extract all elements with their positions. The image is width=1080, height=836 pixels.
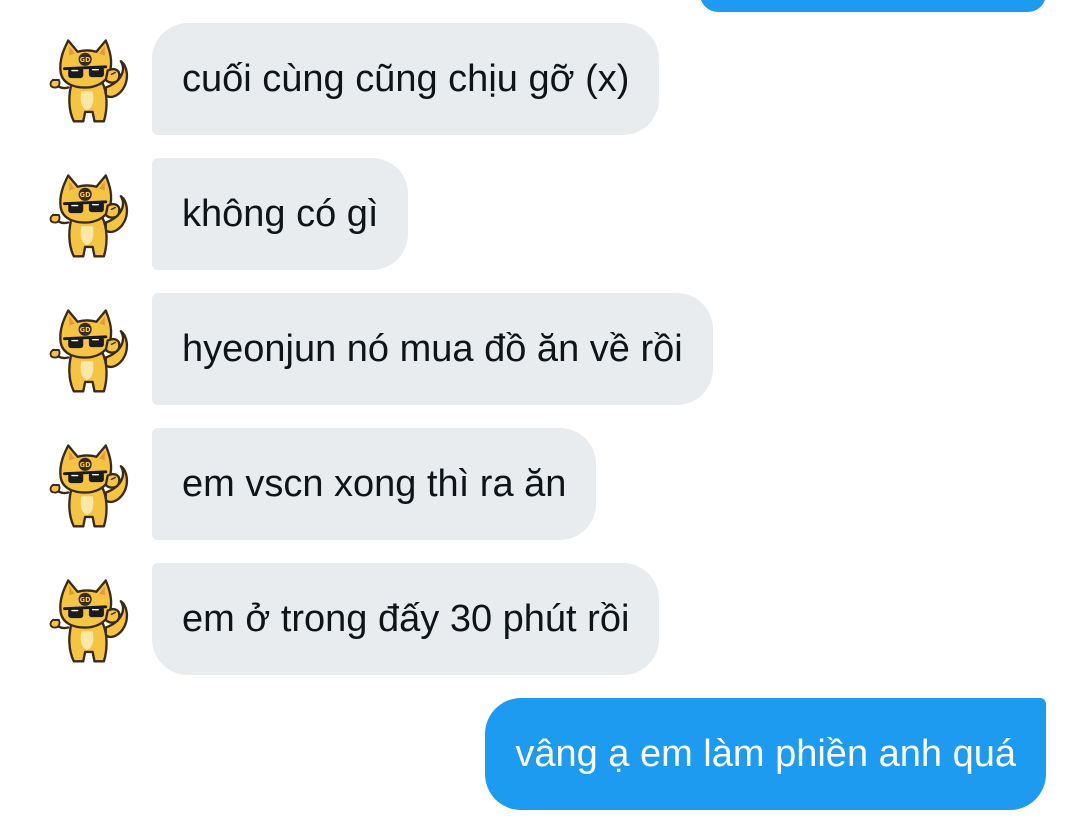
message-text: vâng ạ em làm phiền anh quá xyxy=(515,732,1016,775)
avatar[interactable] xyxy=(40,33,134,127)
received-message-bubble[interactable]: hyeonjun nó mua đồ ăn về rồi xyxy=(152,293,713,405)
message-text: em ở trong đấy 30 phút rồi xyxy=(182,598,630,640)
received-message-bubble[interactable]: cuối cùng cũng chịu gỡ (x) xyxy=(152,23,660,135)
message-text: cuối cùng cũng chịu gỡ (x) xyxy=(182,58,630,100)
received-message-row: em ở trong đấy 30 phút rồi xyxy=(0,563,1080,675)
received-message-row: em vscn xong thì ra ăn xyxy=(0,428,1080,540)
message-text: không có gì xyxy=(182,193,379,235)
chat-thread: cuối cùng cũng chịu gỡ (x) không có gì h… xyxy=(0,0,1080,836)
received-message-bubble[interactable]: em vscn xong thì ra ăn xyxy=(152,428,597,540)
avatar[interactable] xyxy=(40,303,134,397)
sent-message-bubble[interactable]: vâng ạ em làm phiền anh quá xyxy=(485,698,1046,810)
avatar[interactable] xyxy=(40,573,134,667)
previous-sent-message-bubble[interactable] xyxy=(700,0,1046,12)
received-message-row: hyeonjun nó mua đồ ăn về rồi xyxy=(0,293,1080,405)
received-message-row: cuối cùng cũng chịu gỡ (x) xyxy=(0,23,1080,135)
received-message-bubble[interactable]: em ở trong đấy 30 phút rồi xyxy=(152,563,660,675)
avatar[interactable] xyxy=(40,438,134,532)
received-message-bubble[interactable]: không có gì xyxy=(152,158,409,270)
avatar[interactable] xyxy=(40,168,134,262)
received-message-row: không có gì xyxy=(0,158,1080,270)
message-text: hyeonjun nó mua đồ ăn về rồi xyxy=(182,328,683,370)
message-text: em vscn xong thì ra ăn xyxy=(182,463,567,505)
